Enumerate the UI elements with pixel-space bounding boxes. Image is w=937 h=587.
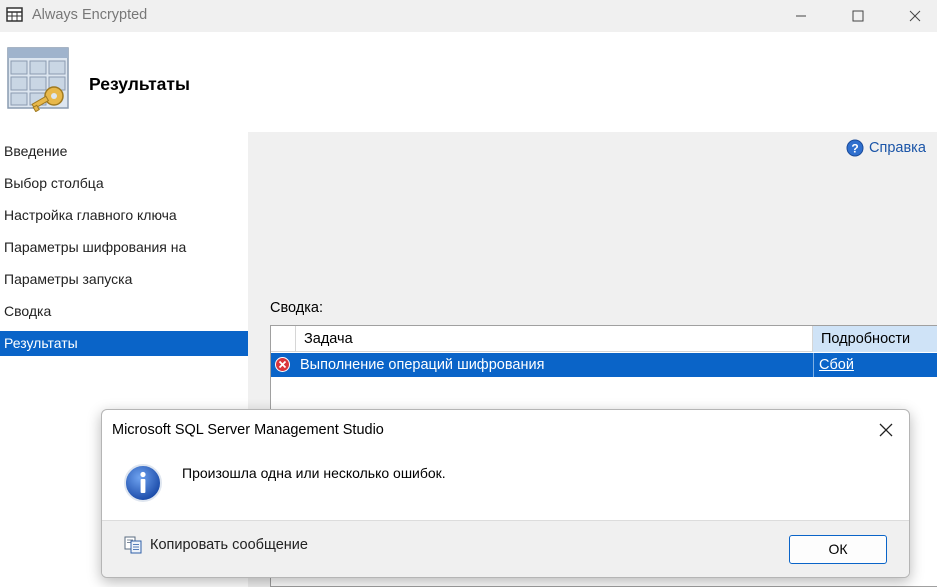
message-dialog: Microsoft SQL Server Management Studio П… — [101, 409, 910, 578]
copy-icon — [124, 536, 142, 554]
column-header-task[interactable]: Задача — [296, 326, 813, 352]
grid-header-stub — [271, 326, 296, 352]
help-link[interactable]: ? Справка — [846, 139, 926, 157]
dialog-close-icon[interactable] — [878, 422, 894, 438]
page-title: Результаты — [89, 74, 190, 94]
maximize-button[interactable] — [831, 0, 885, 32]
nav-item-master-key[interactable]: Настройка главного ключа — [0, 203, 248, 228]
error-icon — [275, 357, 290, 372]
dialog-title: Microsoft SQL Server Management Studio — [112, 422, 384, 438]
nav-item-introduction[interactable]: Введение — [0, 139, 248, 164]
minimize-icon — [796, 15, 806, 17]
dialog-footer: Копировать сообщение ОК — [102, 520, 909, 577]
window-title: Always Encrypted — [32, 7, 148, 23]
svg-text:?: ? — [851, 142, 858, 156]
info-icon — [124, 464, 162, 502]
nav-item-summary[interactable]: Сводка — [0, 299, 248, 324]
dialog-message: Произошла одна или несколько ошибок. — [182, 465, 446, 481]
column-header-details[interactable]: Подробности — [813, 326, 937, 352]
summary-label: Сводка: — [270, 300, 323, 316]
help-label: Справка — [869, 140, 926, 156]
maximize-icon — [852, 10, 864, 22]
copy-message-label: Копировать сообщение — [150, 537, 308, 553]
minimize-button[interactable] — [774, 0, 828, 32]
nav-item-encryption-settings[interactable]: Параметры шифрования на — [0, 235, 248, 260]
help-icon: ? — [846, 139, 864, 157]
table-row[interactable]: Выполнение операций шифрования Сбой — [271, 353, 937, 377]
nav-item-results[interactable]: Результаты — [0, 331, 248, 356]
close-button[interactable] — [888, 0, 937, 32]
grid-header: Задача Подробности — [271, 326, 937, 352]
row-separator — [813, 353, 814, 377]
title-bar: Always Encrypted — [0, 0, 937, 32]
wizard-header: Результаты — [0, 32, 937, 132]
nav-item-run-settings[interactable]: Параметры запуска — [0, 267, 248, 292]
copy-message-link[interactable]: Копировать сообщение — [124, 536, 308, 554]
table-key-wizard-icon — [7, 47, 69, 112]
nav-item-column-selection[interactable]: Выбор столбца — [0, 171, 248, 196]
row-task-text: Выполнение операций шифрования — [300, 357, 545, 373]
details-failure-link[interactable]: Сбой — [819, 353, 854, 377]
ok-button[interactable]: ОК — [789, 535, 887, 564]
close-icon — [909, 10, 921, 22]
table-icon — [6, 7, 23, 22]
